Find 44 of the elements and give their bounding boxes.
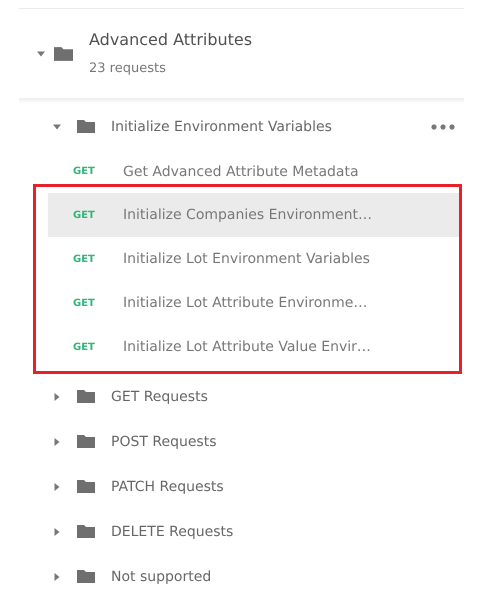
more-icon[interactable] (431, 124, 455, 130)
folder-item[interactable]: GET Requests (19, 374, 464, 419)
folder-icon (77, 435, 95, 448)
folder-item[interactable]: PATCH Requests (19, 464, 464, 509)
caret-right-icon[interactable] (52, 436, 62, 446)
request-count: 23 requests (89, 60, 167, 78)
folder-name: PATCH Requests (111, 478, 225, 494)
folder-icon (77, 525, 95, 538)
folder-name: Initialize Environment Variables (111, 118, 333, 134)
folder-icon (77, 480, 95, 493)
caret-right-icon[interactable] (52, 572, 62, 582)
folder-name: Not supported (111, 568, 212, 584)
method-label: GET (73, 298, 96, 308)
request-item[interactable]: GET Initialize Lot Attribute Value Envir… (48, 325, 459, 369)
request-name: Initialize Lot Environment Variables (123, 251, 370, 267)
caret-right-icon[interactable] (52, 392, 62, 402)
method-label: GET (73, 342, 96, 352)
method-label: GET (73, 210, 96, 220)
folder-icon (77, 390, 95, 403)
collection-title[interactable]: Advanced Attributes (89, 28, 252, 50)
request-item[interactable]: GET Initialize Lot Attribute Environme… (48, 281, 459, 325)
caret-down-icon[interactable] (36, 48, 46, 58)
request-item[interactable]: GET Initialize Companies Environment… (48, 193, 459, 237)
caret-right-icon[interactable] (52, 482, 62, 492)
caret-right-icon[interactable] (52, 526, 62, 536)
method-label: GET (73, 166, 96, 177)
folder-item[interactable]: POST Requests (19, 419, 464, 464)
request-name: Get Advanced Attribute Metadata (123, 164, 359, 180)
folder-item[interactable]: Initialize Environment Variables (19, 104, 464, 149)
folder-icon (77, 570, 95, 583)
request-item[interactable]: GET Initialize Lot Environment Variables (48, 237, 459, 281)
request-item[interactable]: GET Get Advanced Attribute Metadata (19, 149, 464, 194)
folder-item[interactable]: DELETE Requests (19, 509, 464, 554)
request-name: Initialize Lot Attribute Environme… (123, 295, 368, 311)
folder-item[interactable]: Not supported (19, 554, 464, 599)
folder-name: GET Requests (111, 388, 209, 404)
folder-icon (54, 46, 73, 60)
caret-down-icon[interactable] (52, 122, 62, 132)
method-label: GET (73, 254, 96, 264)
request-name: Initialize Lot Attribute Value Envir… (123, 339, 371, 355)
folder-icon (77, 120, 95, 133)
request-name: Initialize Companies Environment… (123, 207, 372, 223)
folder-name: DELETE Requests (111, 524, 234, 540)
folder-name: POST Requests (111, 434, 218, 450)
